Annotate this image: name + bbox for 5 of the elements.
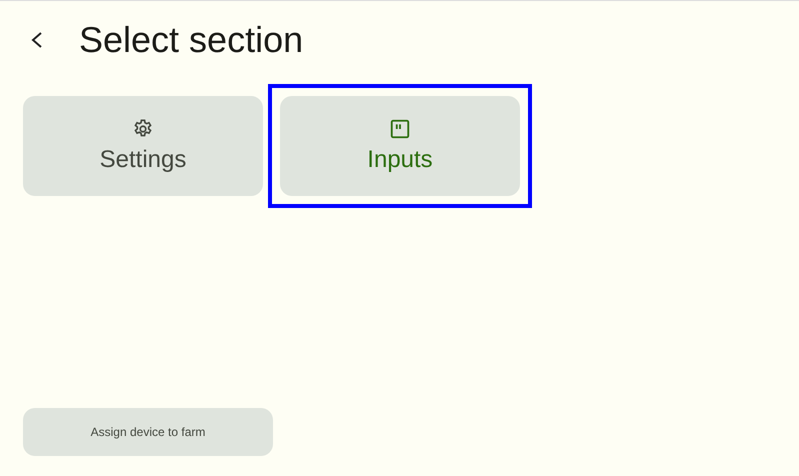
section-tile[interactable]: Inputs [280, 96, 520, 196]
assign-device-button[interactable]: Assign device to farm [23, 408, 273, 456]
section-tile[interactable]: Settings [23, 96, 263, 196]
page-title: Select section [79, 19, 304, 61]
panel-icon [389, 118, 411, 140]
